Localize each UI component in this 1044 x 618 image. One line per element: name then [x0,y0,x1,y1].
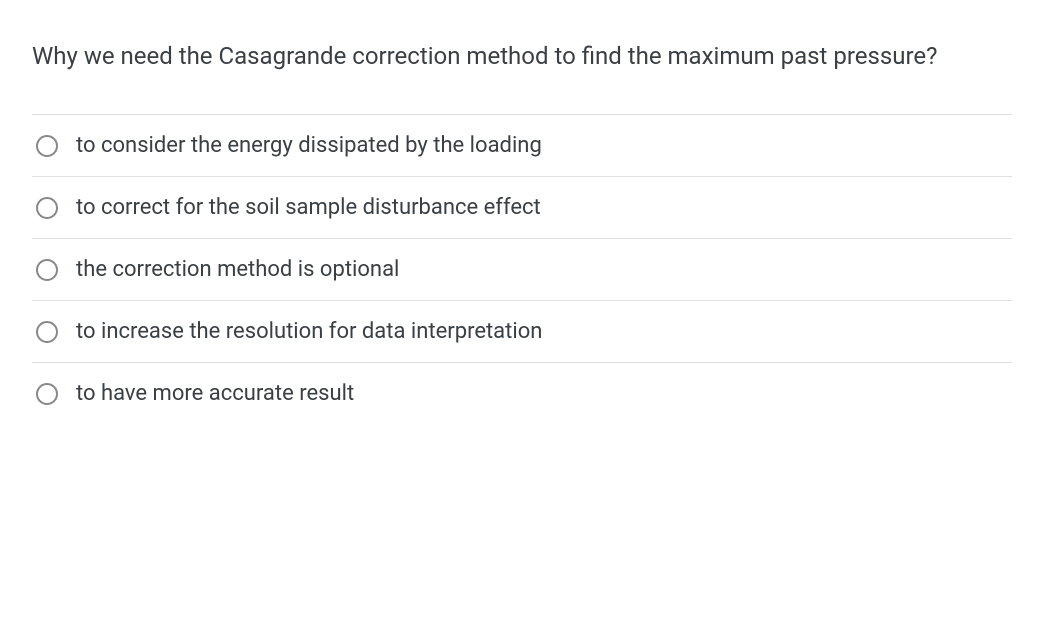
option-row-4[interactable]: to have more accurate result [32,362,1012,424]
radio-icon [36,135,58,157]
radio-icon [36,321,58,343]
radio-icon [36,197,58,219]
question-text: Why we need the Casagrande correction me… [32,38,1012,74]
option-row-2[interactable]: the correction method is optional [32,238,1012,300]
option-row-1[interactable]: to correct for the soil sample disturban… [32,176,1012,238]
option-label: to increase the resolution for data inte… [76,319,542,344]
option-row-3[interactable]: to increase the resolution for data inte… [32,300,1012,362]
radio-icon [36,383,58,405]
option-label: to have more accurate result [76,381,354,406]
option-label: to consider the energy dissipated by the… [76,133,542,158]
option-label: to correct for the soil sample disturban… [76,195,541,220]
option-row-0[interactable]: to consider the energy dissipated by the… [32,114,1012,176]
radio-icon [36,259,58,281]
option-label: the correction method is optional [76,257,399,282]
options-container: to consider the energy dissipated by the… [32,114,1012,424]
